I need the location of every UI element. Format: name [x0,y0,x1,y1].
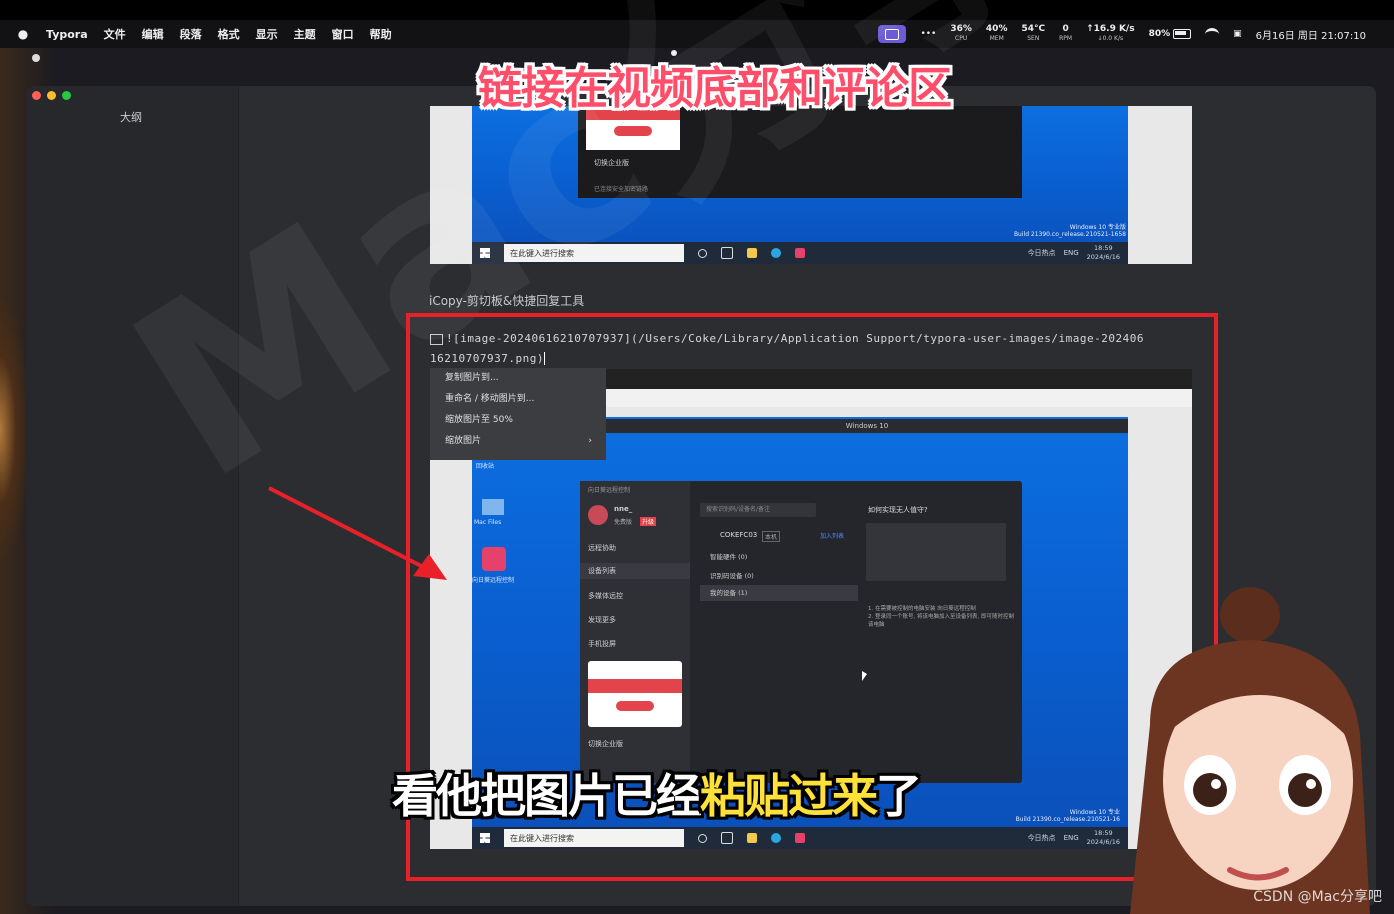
taskbar-clock[interactable]: 18:59 2024/6/16 [1087,244,1120,262]
wifi-icon[interactable] [1205,27,1220,41]
menu-file[interactable]: 文件 [104,26,126,42]
file-explorer-icon[interactable] [747,248,757,258]
datetime[interactable]: 6月16日 周日 21:07:10 [1256,27,1366,42]
memoji-avatar [1130,587,1370,914]
outline-title: 大纲 [120,111,142,124]
video-title-overlay: 链接在视频底部和评论区 [478,63,952,114]
video-subtitle: 看他把图片已经粘贴过来了 [392,769,922,823]
input-language[interactable]: ENG [1064,249,1079,257]
control-center-icon[interactable]: ▣ [1233,29,1242,39]
minimize-button[interactable] [47,91,56,100]
taskbar-tray: 今日热点 ENG 18:59 2024/6/16 [1028,244,1120,262]
red-arrow-icon [268,486,447,580]
news-widget[interactable]: 今日热点 [1028,248,1056,258]
desktop-dot [32,54,40,62]
menu-app-name[interactable]: Typora [46,28,88,41]
menu-window[interactable]: 窗口 [332,26,354,42]
close-button[interactable] [32,91,41,100]
edge-icon[interactable] [771,248,781,258]
csdn-credit: CSDN @Mac分享吧 [1253,889,1382,905]
menu-format[interactable]: 格式 [218,26,240,42]
battery-icon [1173,29,1192,39]
menu-theme[interactable]: 主题 [294,26,316,42]
build-watermark: Windows 10 专业版 Build 21390.co_release.21… [1013,224,1126,238]
menu-help[interactable]: 帮助 [370,26,392,42]
sunlogin-icon[interactable] [795,248,805,258]
zoom-button[interactable] [62,91,71,100]
menu-view[interactable]: 显示 [256,26,278,42]
apple-icon[interactable]: ● [16,27,30,41]
menu-paragraph[interactable]: 段落 [180,26,202,42]
network-stat[interactable]: ↑16.9 K/s ↓0.0 K/s [1086,25,1135,43]
menu-edit[interactable]: 编辑 [142,26,164,42]
wallpaper-flame [0,300,28,560]
battery-status[interactable]: 80% [1149,29,1192,39]
window-controls [32,91,71,100]
task-view-icon[interactable] [721,247,733,259]
